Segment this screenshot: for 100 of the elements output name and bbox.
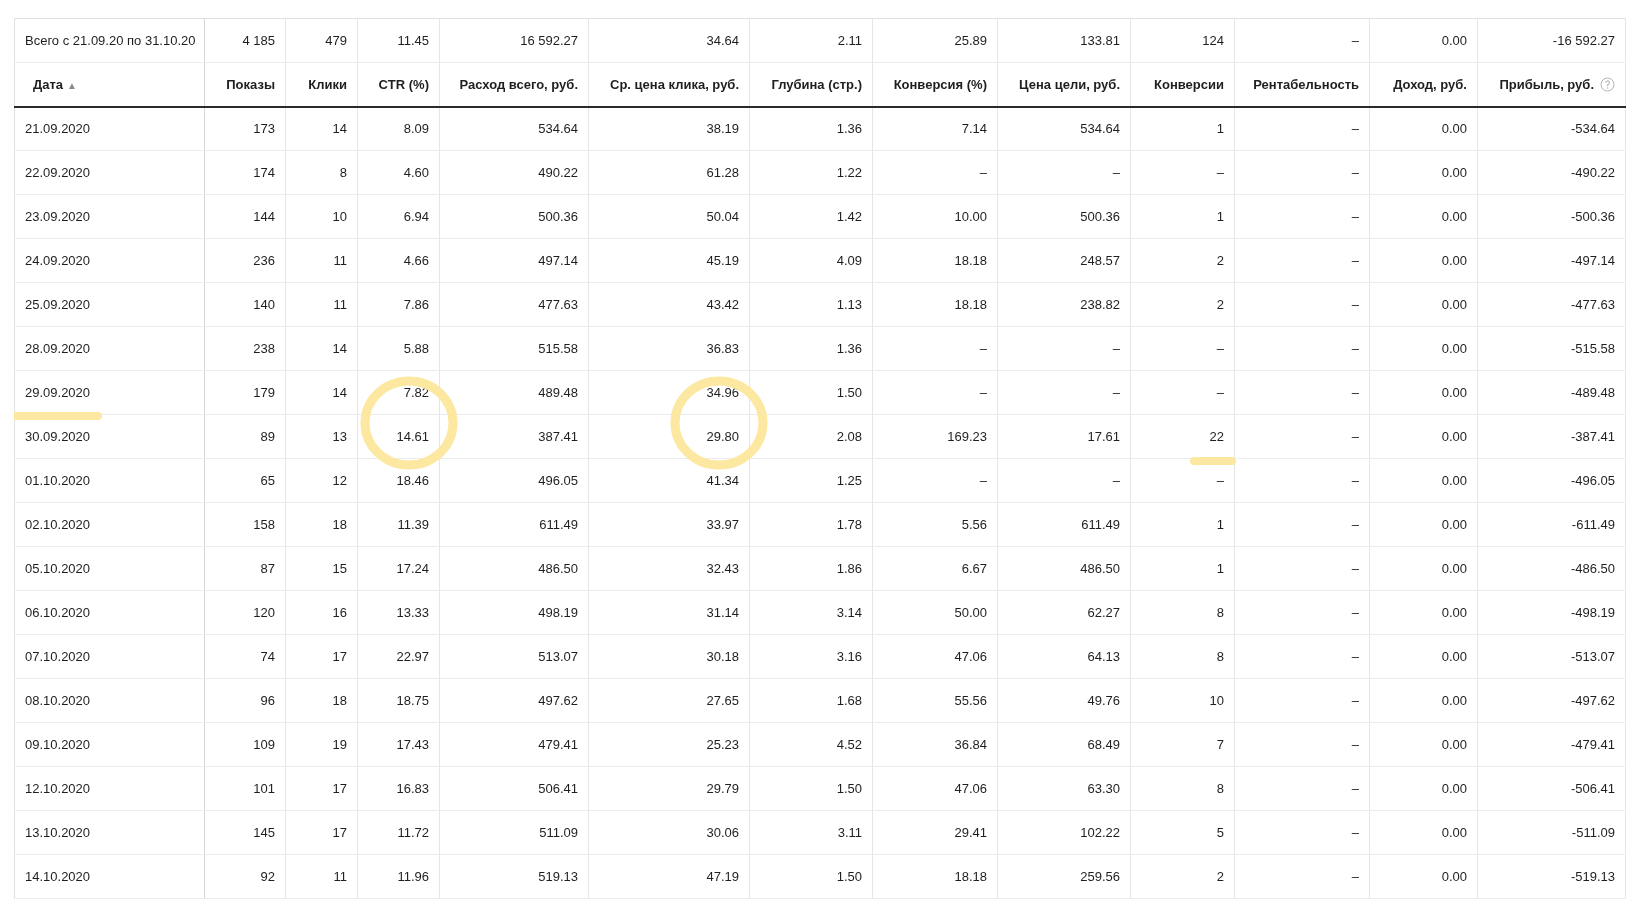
- table-cell: 96: [204, 678, 286, 723]
- total-cell: 4 185: [204, 18, 286, 63]
- table-cell: 1.36: [749, 326, 873, 371]
- table-cell: 17: [285, 766, 358, 811]
- table-cell: 0.00: [1369, 238, 1478, 283]
- table-cell: 534.64: [997, 106, 1131, 151]
- column-header[interactable]: Рентабельность: [1234, 62, 1370, 107]
- table-cell: 36.83: [588, 326, 750, 371]
- table-cell: 0.00: [1369, 722, 1478, 767]
- table-cell: -387.41: [1477, 414, 1626, 459]
- table-cell: 490.22: [439, 150, 589, 195]
- table-cell: 18.18: [872, 238, 998, 283]
- total-cell: 16 592.27: [439, 18, 589, 63]
- table-cell: –: [1234, 722, 1370, 767]
- table-cell: -477.63: [1477, 282, 1626, 327]
- table-cell: 22.97: [357, 634, 440, 679]
- table-cell: –: [872, 150, 998, 195]
- table-cell: 33.97: [588, 502, 750, 547]
- column-header[interactable]: Конверсии: [1130, 62, 1235, 107]
- table-cell: 4.09: [749, 238, 873, 283]
- table-cell: 62.27: [997, 590, 1131, 635]
- table-cell: –: [1130, 370, 1235, 415]
- table-cell: 68.49: [997, 722, 1131, 767]
- column-header[interactable]: CTR (%): [357, 62, 440, 107]
- table-cell: 102.22: [997, 810, 1131, 855]
- table-cell: 29.41: [872, 810, 998, 855]
- table-cell: 158: [204, 502, 286, 547]
- table-cell: 64.13: [997, 634, 1131, 679]
- table-cell: -497.62: [1477, 678, 1626, 723]
- date-cell: 22.09.2020: [14, 150, 205, 195]
- column-header[interactable]: Глубина (стр.): [749, 62, 873, 107]
- table-cell: 0.00: [1369, 854, 1478, 899]
- table-cell: 120: [204, 590, 286, 635]
- help-icon[interactable]: [1600, 76, 1615, 92]
- table-cell: -519.13: [1477, 854, 1626, 899]
- table-cell: –: [1234, 282, 1370, 327]
- table-cell: 18.46: [357, 458, 440, 503]
- table-cell: 11.72: [357, 810, 440, 855]
- table-cell: 8: [285, 150, 358, 195]
- table-cell: 140: [204, 282, 286, 327]
- column-header[interactable]: Ср. цена клика, руб.: [588, 62, 750, 107]
- column-header[interactable]: Клики: [285, 62, 358, 107]
- table-cell: 0.00: [1369, 766, 1478, 811]
- table-cell: 10: [285, 194, 358, 239]
- date-cell: 28.09.2020: [14, 326, 205, 371]
- table-cell: 47.06: [872, 634, 998, 679]
- table-cell: –: [1234, 634, 1370, 679]
- table-cell: 1.50: [749, 766, 873, 811]
- table-cell: –: [997, 458, 1131, 503]
- table-cell: 11: [285, 854, 358, 899]
- column-header[interactable]: Дата ▲: [14, 62, 205, 107]
- table-cell: 4.60: [357, 150, 440, 195]
- table-cell: -513.07: [1477, 634, 1626, 679]
- table-cell: 11: [285, 238, 358, 283]
- table-cell: 1.50: [749, 370, 873, 415]
- table-cell: -511.09: [1477, 810, 1626, 855]
- date-cell: 24.09.2020: [14, 238, 205, 283]
- table-cell: 12: [285, 458, 358, 503]
- table-cell: 15: [285, 546, 358, 591]
- total-cell: -16 592.27: [1477, 18, 1626, 63]
- table-cell: 29.80: [588, 414, 750, 459]
- table-cell: 17.24: [357, 546, 440, 591]
- table-cell: 29.79: [588, 766, 750, 811]
- table-cell: 47.19: [588, 854, 750, 899]
- table-cell: 479.41: [439, 722, 589, 767]
- table-cell: 34.96: [588, 370, 750, 415]
- column-header[interactable]: Расход всего, руб.: [439, 62, 589, 107]
- table-cell: 511.09: [439, 810, 589, 855]
- table-cell: –: [997, 370, 1131, 415]
- table-cell: 515.58: [439, 326, 589, 371]
- date-cell: 25.09.2020: [14, 282, 205, 327]
- table-cell: -479.41: [1477, 722, 1626, 767]
- table-cell: –: [872, 370, 998, 415]
- table-cell: 27.65: [588, 678, 750, 723]
- date-cell: 08.10.2020: [14, 678, 205, 723]
- table-cell: 0.00: [1369, 678, 1478, 723]
- table-cell: 18: [285, 502, 358, 547]
- table-cell: -486.50: [1477, 546, 1626, 591]
- table-cell: 55.56: [872, 678, 998, 723]
- table-cell: 513.07: [439, 634, 589, 679]
- table-cell: 1: [1130, 546, 1235, 591]
- table-cell: 145: [204, 810, 286, 855]
- table-cell: 174: [204, 150, 286, 195]
- table-cell: 486.50: [439, 546, 589, 591]
- table-cell: 7.14: [872, 106, 998, 151]
- column-header[interactable]: Цена цели, руб.: [997, 62, 1131, 107]
- column-header[interactable]: Конверсия (%): [872, 62, 998, 107]
- table-cell: 5: [1130, 810, 1235, 855]
- table-cell: -490.22: [1477, 150, 1626, 195]
- table-cell: -500.36: [1477, 194, 1626, 239]
- table-cell: 109: [204, 722, 286, 767]
- table-cell: –: [1234, 326, 1370, 371]
- table-cell: –: [872, 458, 998, 503]
- table-cell: 10.00: [872, 194, 998, 239]
- column-header[interactable]: Прибыль, руб.: [1477, 62, 1626, 107]
- column-header[interactable]: Показы: [204, 62, 286, 107]
- table-cell: 497.14: [439, 238, 589, 283]
- column-header[interactable]: Доход, руб.: [1369, 62, 1478, 107]
- table-cell: 387.41: [439, 414, 589, 459]
- date-cell: 07.10.2020: [14, 634, 205, 679]
